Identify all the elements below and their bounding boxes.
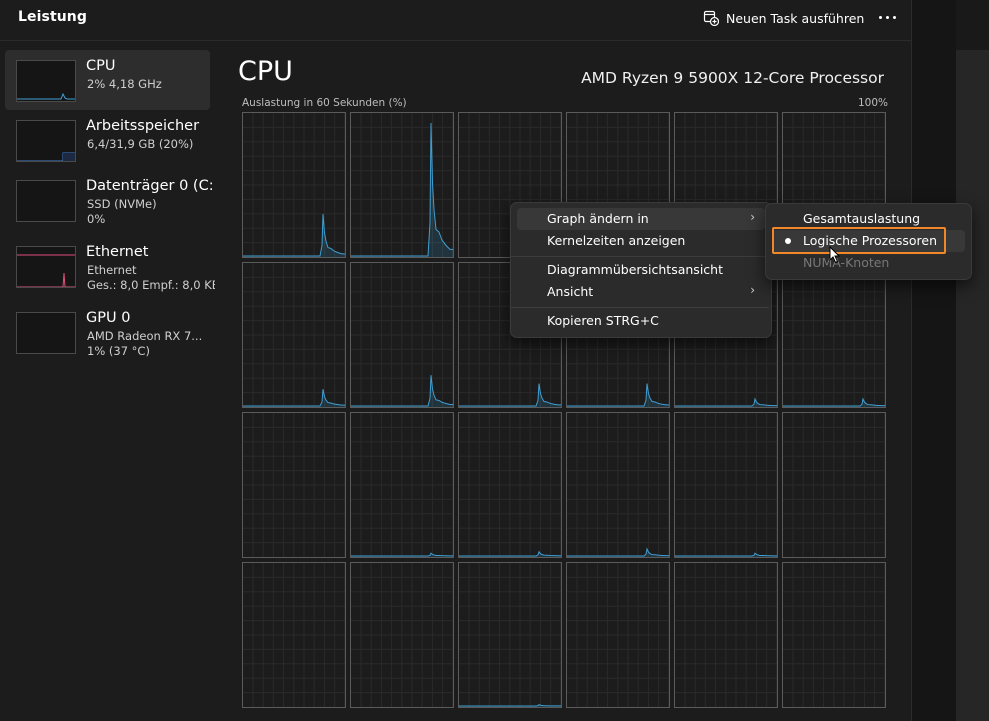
- submenu-item-label: Logische Prozessoren: [803, 233, 938, 248]
- logical-processor-graph: [566, 562, 670, 708]
- logical-processor-graph: [458, 412, 562, 558]
- sidebar-item-detail: Ethernet: [87, 263, 137, 277]
- logical-processor-graph: [242, 112, 346, 258]
- logical-processor-graph: [242, 562, 346, 708]
- gpu-mini-graph: [16, 312, 76, 354]
- menu-item-label: Kopieren STRG+C: [547, 313, 659, 328]
- processor-name: AMD Ryzen 9 5900X 12-Core Processor: [581, 69, 884, 87]
- sidebar-item-detail-2: 0%: [87, 212, 106, 226]
- menu-item-label: Kernelzeiten anzeigen: [547, 233, 686, 248]
- selected-bullet-icon: [785, 238, 791, 244]
- submenu-item-numa-nodes[interactable]: NUMA-Knoten: [772, 252, 965, 274]
- sidebar-item-detail: 2% 4,18 GHz: [87, 77, 162, 91]
- sidebar-item-detail: SSD (NVMe): [87, 197, 157, 211]
- mouse-cursor-icon: [829, 246, 841, 264]
- context-menu: Graph ändern in › Kernelzeiten anzeigen …: [510, 202, 772, 338]
- logical-processor-graph: [350, 262, 454, 408]
- logical-processor-graph: [674, 562, 778, 708]
- memory-mini-graph: [16, 120, 76, 162]
- page-title: Leistung: [18, 9, 87, 25]
- submenu-item-label: NUMA-Knoten: [803, 255, 890, 270]
- graph-axis-label: Auslastung in 60 Sekunden (%): [242, 97, 407, 109]
- sidebar-item-title: CPU: [86, 58, 116, 74]
- menu-separator: [511, 307, 769, 308]
- more-options-icon[interactable]: [876, 6, 898, 28]
- sidebar-item-title: Arbeitsspeicher: [86, 118, 200, 134]
- title-bar: Leistung Neuen Task ausführen: [0, 0, 912, 41]
- graph-type-submenu: Gesamtauslastung Logische Prozessoren NU…: [765, 203, 972, 280]
- sidebar-item-detail-2: Ges.: 8,0 Empf.: 8,0 KBit/s: [87, 278, 215, 292]
- sidebar-item-detail: AMD Radeon RX 7...: [87, 329, 203, 343]
- section-title: CPU: [238, 56, 293, 87]
- disk-mini-graph: [16, 180, 76, 222]
- sidebar-item-disk[interactable]: Datenträger 0 (C: D SSD (NVMe) 0%: [5, 170, 214, 230]
- sidebar-item-title: Datenträger 0 (C: D: [86, 178, 214, 194]
- cpu-mini-graph: [16, 60, 76, 102]
- submenu-item-logical-processors[interactable]: Logische Prozessoren: [772, 230, 965, 252]
- logical-processor-graph: [566, 412, 670, 558]
- sidebar-item-detail: 6,4/31,9 GB (20%): [87, 137, 194, 151]
- menu-item-label: Diagrammübersichtsansicht: [547, 262, 723, 277]
- logical-processor-graph: [242, 412, 346, 558]
- logical-processor-graph: [350, 112, 454, 258]
- graph-max-label: 100%: [858, 97, 889, 109]
- new-task-icon: [703, 10, 719, 26]
- menu-separator: [511, 256, 769, 257]
- menu-item-summary-view[interactable]: Diagrammübersichtsansicht: [517, 259, 765, 281]
- menu-item-kernel-times[interactable]: Kernelzeiten anzeigen: [517, 230, 765, 252]
- logical-processor-graph: [350, 412, 454, 558]
- menu-item-view[interactable]: Ansicht ›: [517, 281, 765, 303]
- logical-processor-graph: [350, 562, 454, 708]
- menu-item-copy[interactable]: Kopieren STRG+C: [517, 310, 765, 332]
- sidebar-item-cpu[interactable]: CPU 2% 4,18 GHz: [5, 50, 210, 110]
- run-new-task-button[interactable]: Neuen Task ausführen: [703, 8, 864, 28]
- sidebar-item-title: GPU 0: [86, 310, 131, 326]
- logical-processor-graph: [674, 412, 778, 558]
- adjacent-window: [912, 0, 989, 721]
- menu-item-label: Ansicht: [547, 284, 594, 299]
- sidebar-item-detail-2: 1% (37 °C): [87, 344, 150, 358]
- run-new-task-label: Neuen Task ausführen: [726, 10, 865, 26]
- sidebar-item-gpu[interactable]: GPU 0 AMD Radeon RX 7... 1% (37 °C): [5, 302, 210, 362]
- ethernet-mini-graph: [16, 246, 76, 288]
- logical-processor-graph: [242, 262, 346, 408]
- menu-item-change-graph[interactable]: Graph ändern in ›: [517, 208, 765, 230]
- chevron-right-icon: ›: [750, 210, 755, 224]
- submenu-item-overall-utilization[interactable]: Gesamtauslastung: [772, 208, 965, 230]
- logical-processor-graph: [458, 562, 562, 708]
- submenu-item-label: Gesamtauslastung: [803, 211, 921, 226]
- sidebar-item-memory[interactable]: Arbeitsspeicher 6,4/31,9 GB (20%): [5, 110, 210, 170]
- logical-processor-graph: [782, 262, 886, 408]
- logical-processor-graph: [782, 412, 886, 558]
- sidebar-item-ethernet[interactable]: Ethernet Ethernet Ges.: 8,0 Empf.: 8,0 K…: [5, 236, 215, 296]
- chevron-right-icon: ›: [750, 283, 755, 297]
- sidebar-item-title: Ethernet: [86, 244, 149, 260]
- menu-item-label: Graph ändern in: [547, 211, 649, 226]
- logical-processor-graph: [782, 562, 886, 708]
